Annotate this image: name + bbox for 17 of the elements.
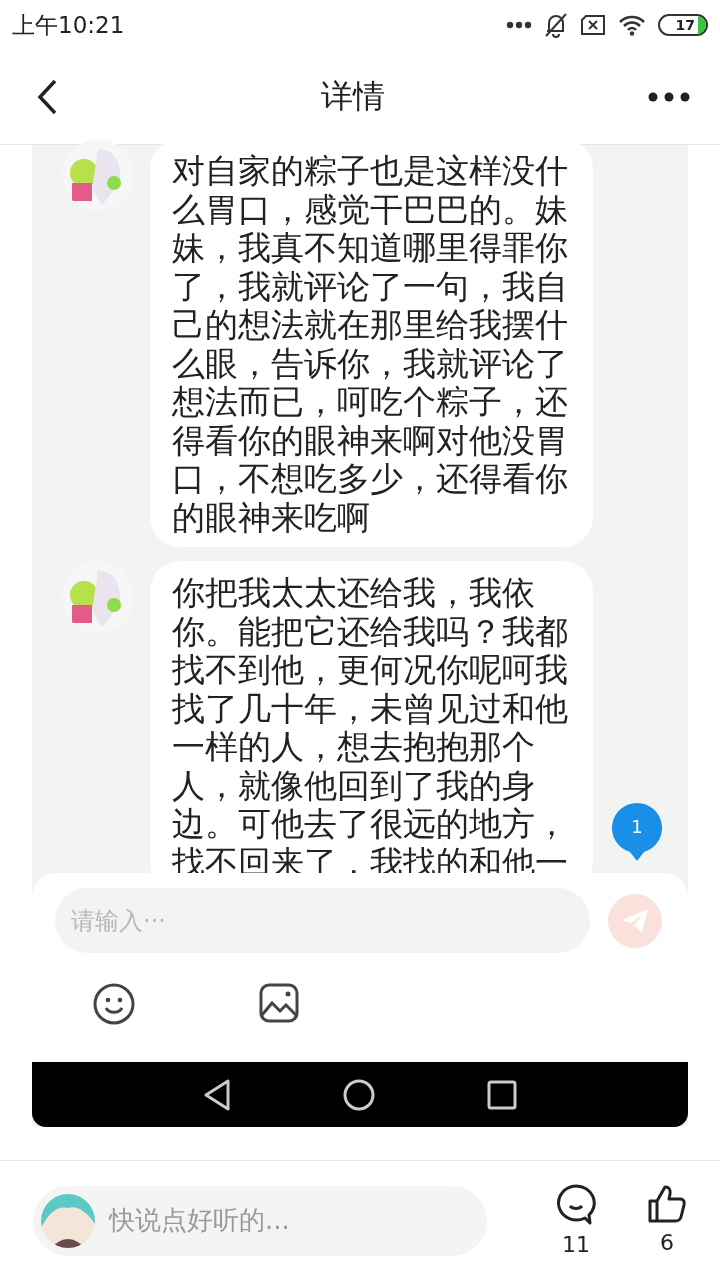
battery-indicator: 17: [658, 14, 708, 36]
more-dots-icon: [506, 21, 532, 29]
recents-icon[interactable]: [487, 1079, 517, 1110]
wifi-icon: [618, 14, 646, 36]
bell-off-icon: [544, 12, 568, 38]
message-text: 对自家的粽子也是这样没什么胃口，感觉干巴巴的。妹妹，我真不知道哪里得罪你了，我就评论了一句，我自己的想法就在那里给我摆什么眼，告诉你，我就评论了想法而已，呵吃个粽子，还得看你的眼神来啊对他没胃口，不想吃多少，还得看你的眼神来吃啊: [172, 152, 568, 537]
avatar: [41, 1193, 95, 1248]
home-icon[interactable]: [343, 1078, 375, 1111]
emoji-icon[interactable]: [93, 983, 135, 1025]
more-icon[interactable]: [648, 92, 690, 102]
image-icon[interactable]: [259, 983, 299, 1023]
message-input-field[interactable]: 请输入···: [55, 888, 590, 953]
sim-off-icon: [580, 15, 606, 35]
like-button[interactable]: 6: [648, 1184, 686, 1257]
status-time: 上午10:21: [12, 10, 125, 40]
page-title: 详情: [321, 76, 385, 117]
back-icon[interactable]: [36, 79, 58, 115]
